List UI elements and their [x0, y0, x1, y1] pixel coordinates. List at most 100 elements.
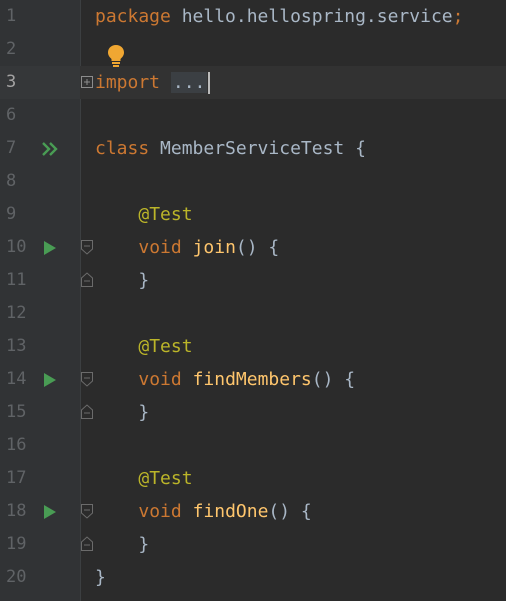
code-text[interactable]: void findMembers() { [95, 363, 355, 396]
code-line[interactable]: 9 @Test [0, 198, 506, 231]
line-number: 1 [6, 6, 17, 26]
fold-end-icon[interactable] [80, 536, 94, 552]
code-line[interactable]: 17 @Test [0, 462, 506, 495]
code-token: void [138, 369, 182, 390]
gutter-cell[interactable]: 3 [0, 66, 80, 99]
code-token: @Test [138, 336, 193, 357]
code-token: } [95, 270, 150, 291]
code-text[interactable]: class MemberServiceTest { [95, 132, 366, 165]
fold-collapse-icon[interactable] [80, 239, 94, 255]
code-line[interactable]: 2 [0, 33, 506, 66]
code-editor[interactable]: 1 package hello.hellospring.service; 2 3 imp… [0, 0, 506, 601]
code-text[interactable]: } [95, 396, 149, 429]
code-text[interactable]: package hello.hellospring.service; [95, 0, 463, 33]
gutter-cell[interactable]: 9 [0, 198, 80, 231]
fold-collapse-icon[interactable] [80, 503, 94, 519]
code-text[interactable]: } [95, 561, 106, 594]
code-line[interactable]: 19 } [0, 528, 506, 561]
code-line[interactable]: 12 [0, 297, 506, 330]
lightbulb-icon[interactable] [106, 43, 126, 67]
code-line[interactable]: 3 import ... [0, 66, 506, 99]
code-token: findOne [192, 501, 269, 522]
code-token: MemberServiceTest { [149, 138, 366, 159]
gutter-cell[interactable]: 16 [0, 429, 80, 462]
code-line[interactable]: 8 [0, 165, 506, 198]
code-line[interactable]: 6 [0, 99, 506, 132]
double-play-icon[interactable] [42, 141, 58, 157]
line-number: 15 [6, 402, 27, 422]
gutter-cell[interactable]: 12 [0, 297, 80, 330]
gutter-cell[interactable]: 20 [0, 561, 80, 594]
code-line[interactable]: 1 package hello.hellospring.service; [0, 0, 506, 33]
code-token: import [95, 72, 161, 93]
line-number: 3 [6, 72, 17, 92]
gutter-cell[interactable]: 17 [0, 462, 80, 495]
line-number: 19 [6, 534, 27, 554]
fold-end-icon[interactable] [80, 404, 94, 420]
code-line[interactable]: 14 void findMembers() { [0, 363, 506, 396]
code-text[interactable]: } [95, 264, 149, 297]
line-number: 6 [6, 105, 17, 125]
gutter-cell[interactable]: 6 [0, 99, 80, 132]
play-icon[interactable] [42, 240, 58, 256]
gutter-cell[interactable]: 10 [0, 231, 80, 264]
code-line[interactable]: 11 } [0, 264, 506, 297]
code-token: () { [268, 501, 312, 522]
code-text[interactable]: @Test [95, 330, 193, 363]
code-line[interactable]: 18 void findOne() { [0, 495, 506, 528]
gutter-cell[interactable]: 13 [0, 330, 80, 363]
fold-expand-icon[interactable] [80, 74, 94, 90]
code-line[interactable]: 15 } [0, 396, 506, 429]
folded-imports-placeholder[interactable]: ... [170, 72, 208, 93]
line-number: 2 [6, 39, 17, 59]
code-token: @Test [138, 468, 193, 489]
line-number: 17 [6, 468, 27, 488]
fold-collapse-icon[interactable] [80, 371, 94, 387]
line-number: 20 [6, 567, 27, 587]
code-line[interactable]: 16 [0, 429, 506, 462]
code-line[interactable]: 10 void join() { [0, 231, 506, 264]
gutter-cell[interactable]: 7 [0, 132, 80, 165]
line-number: 10 [6, 237, 27, 257]
play-icon[interactable] [42, 372, 58, 388]
line-number: 7 [6, 138, 17, 158]
gutter-cell[interactable]: 19 [0, 528, 80, 561]
line-number: 11 [6, 270, 27, 290]
code-text[interactable]: @Test [95, 198, 192, 231]
line-number: 8 [6, 171, 17, 191]
code-token: } [95, 534, 150, 555]
play-icon[interactable] [42, 504, 58, 520]
fold-end-icon[interactable] [80, 272, 94, 288]
gutter-cell[interactable]: 18 [0, 495, 80, 528]
code-token: findMembers [192, 369, 312, 390]
code-line[interactable]: 13 @Test [0, 330, 506, 363]
code-text[interactable]: import ... [95, 66, 211, 99]
line-number: 16 [6, 435, 27, 455]
code-text[interactable]: void findOne() { [95, 495, 312, 528]
code-text[interactable]: void join() { [95, 231, 279, 264]
code-text[interactable]: @Test [95, 462, 193, 495]
line-number: 14 [6, 369, 27, 389]
gutter-cell[interactable]: 1 [0, 0, 80, 33]
code-line[interactable]: 20} [0, 561, 506, 594]
gutter-cell[interactable]: 15 [0, 396, 80, 429]
gutter-cell[interactable]: 14 [0, 363, 80, 396]
code-token: } [95, 402, 150, 423]
code-token: } [95, 567, 106, 588]
gutter-cell[interactable]: 2 [0, 33, 80, 66]
code-text[interactable]: } [95, 528, 149, 561]
code-token: package [95, 6, 171, 27]
code-token: () { [235, 237, 280, 258]
code-line[interactable]: 7 class MemberServiceTest { [0, 132, 506, 165]
gutter-cell[interactable]: 8 [0, 165, 80, 198]
gutter-cell[interactable]: 11 [0, 264, 80, 297]
